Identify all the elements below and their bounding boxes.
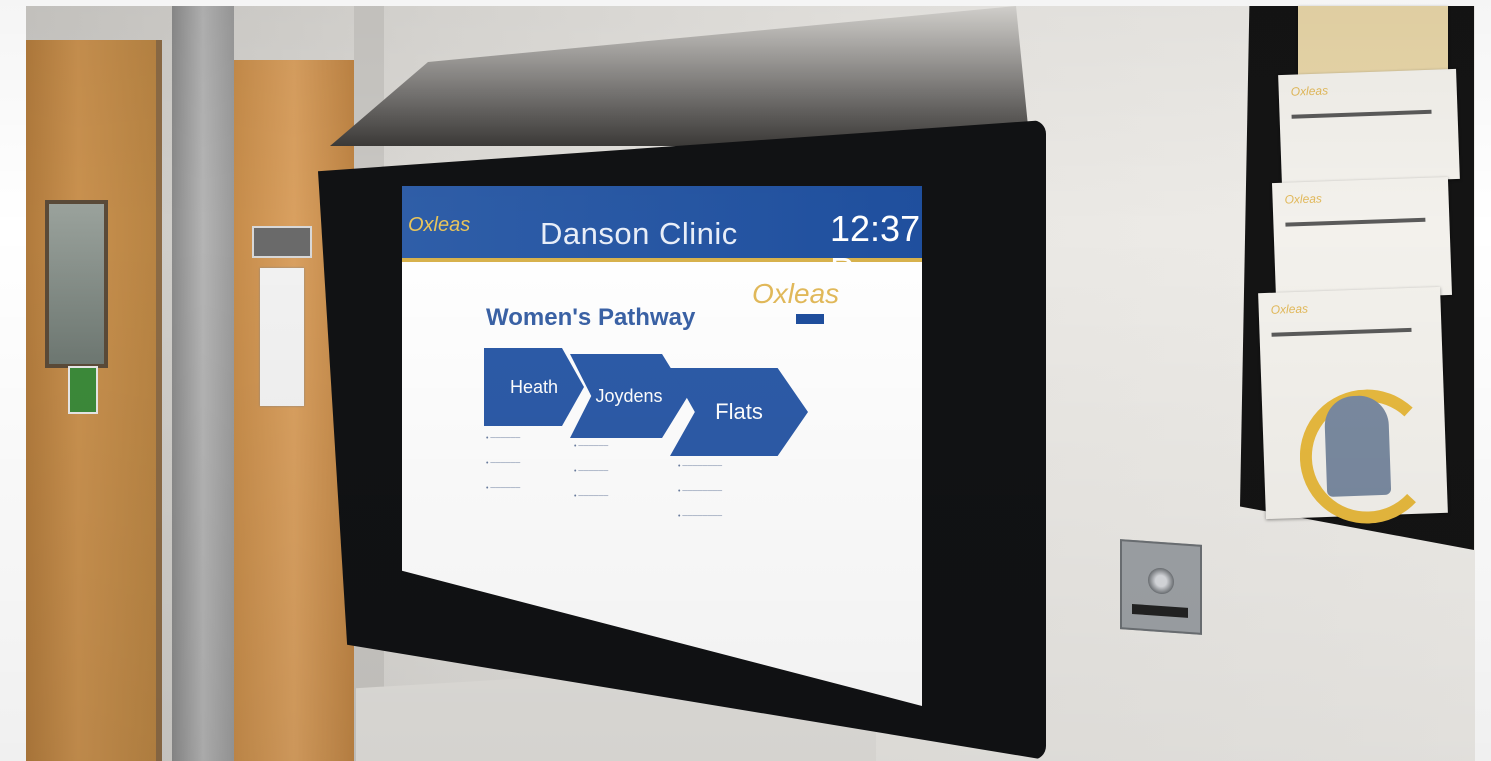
switch-knob-icon: [1148, 567, 1174, 595]
blurred-text-line: • ──────: [574, 443, 609, 450]
leaflet: Oxleas: [1258, 286, 1448, 526]
grey-door-frame: [172, 6, 234, 761]
blurred-text-line: • ──────: [574, 468, 609, 475]
photo-scene: Oxleas Danson Clinic 12:37 P Women's Pat…: [0, 0, 1491, 761]
slide-title: Women's Pathway: [486, 304, 696, 331]
blurred-text-line: • ──────: [486, 435, 521, 442]
leaflet-title-bar: [1271, 327, 1412, 337]
leaflet-logo: Oxleas: [1284, 191, 1323, 207]
leaflet: [1298, 6, 1448, 76]
header-clock: 12:37 P: [830, 208, 921, 291]
leaflet-logo: Oxleas: [1270, 301, 1309, 317]
leaflet-title-bar: [1291, 109, 1432, 119]
blurred-text-line: • ────────: [678, 488, 723, 495]
pathway-step-label: Heath: [509, 376, 559, 397]
leaflet-photo-person: [1323, 394, 1392, 497]
blurred-text-line: • ──────: [486, 460, 521, 467]
pathway-step-flats: Flats: [670, 368, 808, 456]
pathway-step-joydens: Joydens: [570, 354, 688, 438]
door-paper-notice: [260, 268, 304, 406]
leaflet: Oxleas: [1278, 68, 1460, 186]
pathway-column-2-text: • ────── • ────── • ──────: [574, 442, 664, 517]
image-border-left: [0, 0, 26, 761]
blurred-text-line: • ──────: [486, 485, 521, 492]
slide-logo-nhs-box: [796, 314, 824, 324]
image-border-right: [1475, 0, 1491, 761]
leaflet-logo: Oxleas: [1290, 83, 1329, 99]
pathway-step-label: Joydens: [595, 385, 663, 406]
clinic-title: Danson Clinic: [540, 216, 738, 251]
wall-switch-plate: [1120, 539, 1202, 635]
door-nameplate: [252, 226, 312, 258]
header-logo: Oxleas: [408, 214, 471, 236]
leaflet: Oxleas: [1271, 176, 1453, 302]
blurred-text-line: • ────────: [678, 513, 723, 520]
screen-header-bar: Oxleas Danson Clinic 12:37 P: [402, 186, 922, 291]
left-door-window: [45, 200, 108, 368]
pathway-step-heath: Heath: [484, 348, 584, 426]
pathway-step-label: Flats: [715, 399, 763, 424]
leaflet-title-bar: [1285, 217, 1426, 227]
blurred-text-line: • ──────: [574, 493, 609, 500]
pathway-column-1-text: • ────── • ────── • ──────: [486, 434, 566, 509]
switch-label: [1132, 603, 1188, 618]
green-exit-sign: [68, 366, 98, 414]
blurred-text-line: • ────────: [678, 463, 723, 470]
slide-logo: Oxleas: [752, 278, 840, 309]
pathway-column-3-text: • ──────── • ──────── • ────────: [678, 462, 798, 537]
